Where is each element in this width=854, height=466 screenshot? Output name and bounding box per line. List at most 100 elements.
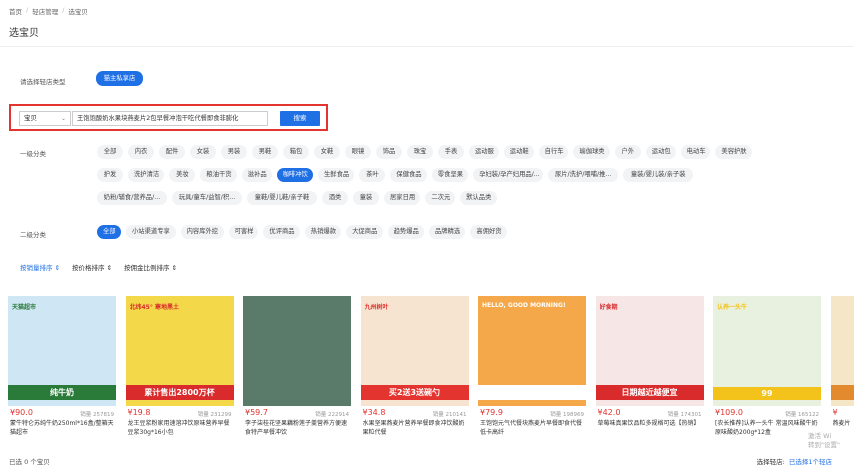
product-image[interactable]: HELLO, GOOD MORNING! 元气麦片单包任选: [478, 296, 586, 406]
level1-category-1-10[interactable]: 孕妇装/孕产妇用品/...: [473, 168, 544, 182]
level1-category-1-8[interactable]: 保健食品: [390, 168, 427, 182]
level1-category-1-3[interactable]: 粮油干货: [200, 168, 237, 182]
product-card[interactable]: HELLO, GOOD MORNING! 元气麦片单包任选 ¥79.9 销量 1989…: [478, 296, 586, 442]
level1-category-0-5[interactable]: 男鞋: [252, 145, 278, 159]
product-image-text: 元气麦片单包任选: [478, 385, 586, 400]
level1-category-0-16[interactable]: 户外: [614, 145, 641, 159]
level1-category-0-10[interactable]: 珠宝: [407, 145, 433, 159]
watermark-line: 转到"设置": [808, 441, 840, 449]
level1-category-1-11[interactable]: 尿片/洗护/喂哺/推...: [548, 168, 619, 182]
level1-category-2-7[interactable]: 默认品类: [460, 191, 497, 205]
sort-by-sales[interactable]: 按销量排序 ⇕: [20, 262, 60, 272]
search-type-select[interactable]: 宝贝 ⌄: [19, 111, 71, 126]
search-button[interactable]: 搜索: [280, 111, 320, 126]
level2-category-8[interactable]: 品牌精选: [429, 225, 466, 239]
sort-by-commission[interactable]: 按佣金比例排序 ⇕: [124, 262, 177, 272]
product-image[interactable]: 12月: [830, 296, 854, 406]
level1-category-2-6[interactable]: 二次元: [425, 191, 456, 205]
level2-category-1[interactable]: 小站渠道专享: [126, 225, 176, 239]
level1-category-0-19[interactable]: 美容护肤: [715, 145, 752, 159]
product-title[interactable]: 草莓味真果饮品粒多规格可选【热销】: [598, 419, 702, 437]
product-image-banner: 认养一头牛: [717, 304, 748, 311]
product-card[interactable]: 天猫超市 纯牛奶 ¥90.0 销量 257819 蒙牛特仑苏纯牛奶250ml*16盒/整…: [8, 296, 116, 442]
product-image-banner: 好食期: [599, 304, 618, 311]
level1-category-0-9[interactable]: 饰品: [376, 145, 402, 159]
level1-category-0-17[interactable]: 运动包: [645, 145, 676, 159]
level1-category-1-0[interactable]: 护发: [97, 168, 123, 182]
level1-label: 一级分类: [20, 150, 46, 158]
level1-category-0-2[interactable]: 配件: [159, 145, 185, 159]
level1-category-2-5[interactable]: 居家日用: [384, 191, 421, 205]
product-image[interactable]: 北纬45° 寒地黑土 累计售出2800万杯: [125, 296, 234, 406]
product-title[interactable]: 蒙牛特仑苏纯牛奶250ml*16盒/整箱天猫超市: [10, 419, 114, 437]
level1-category-0-3[interactable]: 女装: [190, 145, 216, 159]
level1-category-0-8[interactable]: 眼镜: [345, 145, 371, 159]
level1-category-2-4[interactable]: 童装: [353, 191, 379, 205]
search-input[interactable]: 王饱饱酸奶水果块燕麦片2包早餐冲泡干吃代餐即食非膨化: [72, 111, 268, 126]
product-image[interactable]: 九州树叶 买2送3送碗勺: [360, 296, 469, 406]
level1-category-1-4[interactable]: 滋补品: [241, 168, 272, 182]
product-title[interactable]: 李子柒桂花坚果藕粉莲子羹营养方便速食特产早餐冲饮: [245, 419, 349, 437]
product-title[interactable]: 王饱饱元气代餐块燕麦片早餐即食代餐低卡高纤: [480, 419, 584, 437]
level1-category-1-12[interactable]: 童装/婴儿装/亲子装: [623, 168, 694, 182]
product-image-text: 纯牛奶: [8, 385, 116, 400]
breadcrumb-store-manage[interactable]: 轻店管理: [32, 6, 58, 16]
level1-category-1-7[interactable]: 茶叶: [359, 168, 386, 182]
level2-category-0[interactable]: 全部: [97, 225, 121, 239]
product-title[interactable]: 水果坚果燕麦片营养早餐即食冲饮酸奶果粒代餐: [363, 419, 467, 437]
product-card[interactable]: 北纬45° 寒地黑土 累计售出2800万杯 ¥19.8 销量 231299 龙王豆浆粉家…: [125, 296, 234, 442]
level1-category-2-1[interactable]: 玩具/童车/益智/积...: [172, 191, 242, 205]
product-image[interactable]: [243, 296, 351, 406]
product-card[interactable]: 好食期 日期越近越便宜 ¥42.0 销量 174301 草莓味真果饮品粒多规格可选【热销…: [595, 296, 704, 442]
level2-category-9[interactable]: 高佣好货: [470, 225, 507, 239]
level2-category-7[interactable]: 趋势爆品: [387, 225, 424, 239]
level1-category-0-13[interactable]: 运动鞋: [503, 145, 534, 159]
chevron-down-icon: ⌄: [60, 115, 66, 122]
level1-category-0-6[interactable]: 箱包: [283, 145, 309, 159]
level1-category-1-9[interactable]: 零食坚果: [431, 168, 469, 182]
product-card[interactable]: 九州树叶 买2送3送碗勺 ¥34.8 销量 210141 水果坚果燕麦片营养早餐即食冲饮…: [360, 296, 469, 442]
level1-category-1-5[interactable]: 咖啡冲饮: [276, 168, 313, 182]
store-type-option[interactable]: 猫主私享店: [96, 71, 143, 86]
product-title[interactable]: [农长推荐]认养一头牛 常温风味酸牛奶原味酸奶200g*12盒: [715, 419, 819, 437]
product-price: ¥42.0: [597, 408, 621, 417]
level1-category-1-6[interactable]: 生鲜食品: [318, 168, 355, 182]
level1-category-1-2[interactable]: 美妆: [169, 168, 196, 182]
level1-category-2-0[interactable]: 奶粉/辅食/营养品/...: [97, 191, 167, 205]
level1-category-0-0[interactable]: 全部: [97, 145, 123, 159]
level1-category-0-14[interactable]: 自行车: [538, 145, 569, 159]
product-image[interactable]: 天猫超市 纯牛奶: [8, 296, 116, 406]
level1-category-0-15[interactable]: 瑜伽球类: [573, 145, 610, 159]
level2-category-6[interactable]: 大促商品: [346, 225, 383, 239]
product-card[interactable]: 认养一头牛 99 ¥109.0 销量 165122 [农长推荐]认养一头牛 常温风味酸牛…: [713, 296, 821, 442]
product-sales: 销量 231299: [197, 412, 232, 418]
level1-category-0-1[interactable]: 内衣: [128, 145, 154, 159]
product-image[interactable]: 认养一头牛 99: [713, 296, 821, 406]
product-sales: 销量 198969: [550, 412, 584, 418]
product-title[interactable]: 龙王豆浆粉家用速溶冲饮原味营养早餐豆浆30g*16小包: [128, 419, 232, 437]
level2-category-4[interactable]: 优评商品: [263, 225, 300, 239]
product-image-text: 日期越近越便宜: [595, 385, 704, 400]
level2-category-3[interactable]: 可害样: [228, 225, 259, 239]
level2-label: 二级分类: [20, 231, 46, 239]
level1-category-2-2[interactable]: 童鞋/婴儿鞋/亲子鞋: [247, 191, 317, 205]
product-image-banner: 北纬45° 寒地黑土: [129, 304, 179, 311]
level1-category-0-11[interactable]: 手表: [438, 145, 464, 159]
selected-store-link[interactable]: 已选择1个轻店: [789, 456, 832, 466]
breadcrumb-home[interactable]: 首页: [9, 6, 22, 16]
sort-by-price[interactable]: 按价格排序 ⇕: [72, 262, 112, 272]
selected-store-label: 选择轻店:: [756, 458, 785, 466]
level2-category-5[interactable]: 热销爆款: [304, 225, 342, 239]
level1-category-1-1[interactable]: 洗护清洁: [128, 168, 165, 182]
level1-category-0-7[interactable]: 女鞋: [314, 145, 340, 159]
level2-category-2[interactable]: 内容库外挖: [180, 225, 224, 239]
level1-category-0-4[interactable]: 男装: [221, 145, 247, 159]
watermark-line: 激活 Wi: [808, 432, 832, 440]
product-card[interactable]: ¥59.7 销量 222914 李子柒桂花坚果藕粉莲子羹营养方便速食特产早餐冲饮: [243, 296, 351, 442]
product-card[interactable]: 12月¥燕麦片: [830, 296, 854, 442]
product-image[interactable]: 好食期日期越近越便宜: [595, 296, 704, 406]
level1-category-0-12[interactable]: 运动服: [469, 145, 499, 159]
level1-category-0-18[interactable]: 电动车: [680, 145, 711, 159]
breadcrumb-separator: /: [62, 6, 65, 14]
level1-category-2-3[interactable]: 酒类: [322, 191, 348, 205]
